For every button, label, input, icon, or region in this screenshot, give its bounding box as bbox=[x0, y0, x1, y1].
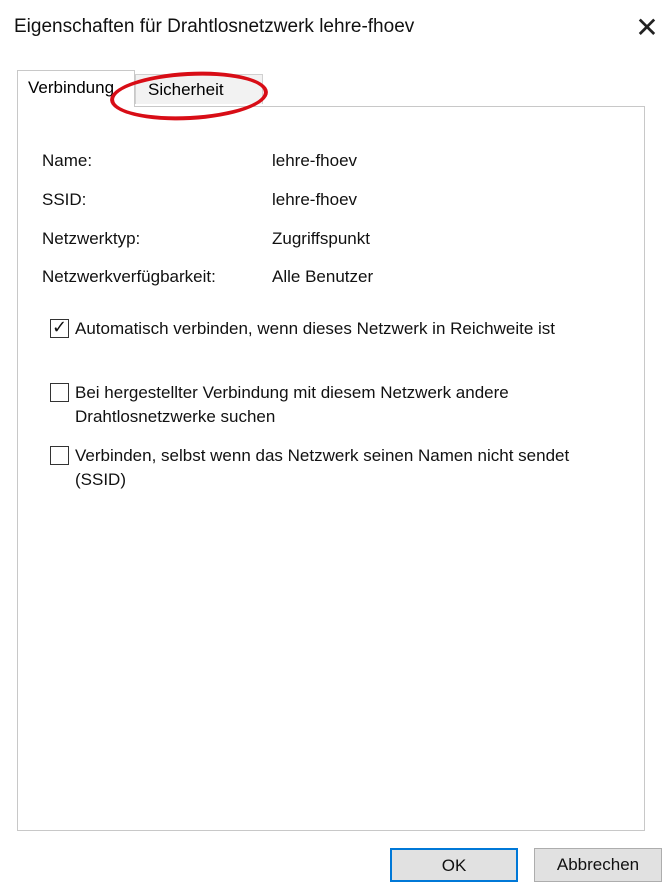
network-availability-label: Netzwerkverfügbarkeit: bbox=[42, 267, 216, 286]
tab-verbindung[interactable]: Verbindung bbox=[17, 70, 135, 107]
search-other-networks-label: Bei hergestellter Verbindung mit diesem … bbox=[75, 383, 509, 426]
auto-connect-label: Automatisch verbinden, wenn dieses Netzw… bbox=[75, 319, 556, 338]
tab-panel-verbindung: Name: lehre-fhoev SSID: lehre-fhoev Netz… bbox=[17, 106, 645, 831]
ssid-value: lehre-fhoev bbox=[272, 190, 358, 209]
network-availability-value: Alle Benutzer bbox=[272, 267, 374, 286]
checkmark-icon: ✓ bbox=[52, 317, 68, 337]
dialog-title: Eigenschaften für Drahtlosnetzwerk lehre… bbox=[14, 16, 415, 37]
connect-hidden-label: Verbinden, selbst wenn das Netzwerk sein… bbox=[75, 446, 570, 489]
close-icon: ✕ bbox=[635, 12, 659, 43]
connect-hidden-checkbox[interactable] bbox=[50, 446, 69, 465]
ok-button[interactable]: OK bbox=[390, 848, 518, 882]
network-type-label: Netzwerktyp: bbox=[42, 229, 141, 248]
cancel-button[interactable]: Abbrechen bbox=[534, 848, 662, 882]
search-other-networks-checkbox[interactable] bbox=[50, 383, 69, 402]
network-type-value: Zugriffspunkt bbox=[272, 229, 370, 248]
tab-sicherheit[interactable]: Sicherheit bbox=[135, 74, 263, 104]
ssid-label: SSID: bbox=[42, 190, 87, 209]
name-value: lehre-fhoev bbox=[272, 151, 358, 170]
name-label: Name: bbox=[42, 151, 93, 170]
close-button[interactable]: ✕ bbox=[630, 8, 664, 48]
auto-connect-checkbox[interactable]: ✓ bbox=[50, 317, 69, 338]
properties-dialog: Eigenschaften für Drahtlosnetzwerk lehre… bbox=[0, 0, 664, 888]
